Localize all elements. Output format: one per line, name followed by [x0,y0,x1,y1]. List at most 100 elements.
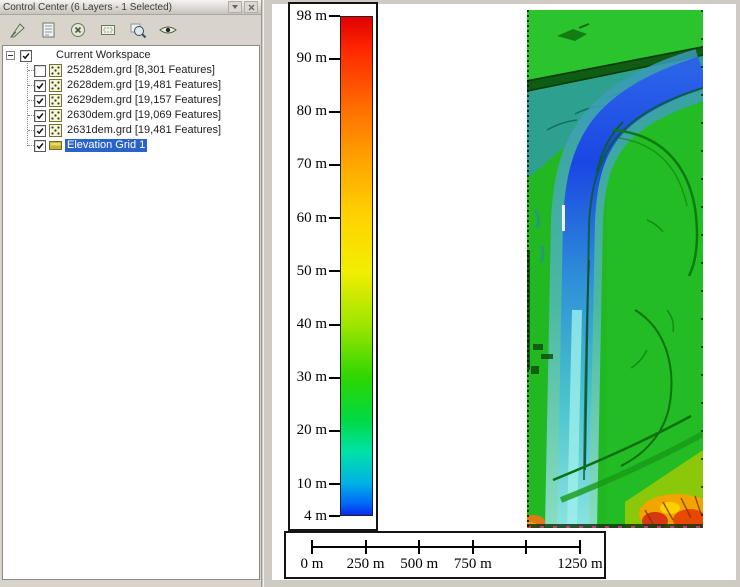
layer-metadata-button[interactable] [35,18,60,43]
layer-row-elevation-grid[interactable]: Elevation Grid 1 [3,138,259,153]
panel-menu-button[interactable] [228,1,242,13]
layer-options-icon [98,20,118,40]
panel-title-bar[interactable]: Control Center (6 Layers - 1 Selected) [0,0,261,15]
check-icon [35,110,45,122]
layer-tree: Current Workspace 2528dem.grd [8,301 Fea… [2,45,260,580]
zoom-to-layer-icon [128,20,148,40]
scale-tick: 250 m [365,540,367,554]
app-window: Control Center (6 Layers - 1 Selected) [0,0,740,587]
check-icon [21,50,31,62]
elevation-legend: 98 m 90 m 80 m 70 m 60 m 50 m 40 m 30 m … [288,2,378,531]
scale-tick: 1250 m [579,540,581,554]
layer-label[interactable]: 2528dem.grd [8,301 Features] [65,64,217,77]
close-icon [248,4,255,11]
zoom-to-layer-button[interactable] [125,18,150,43]
scale-tick [525,540,527,554]
legend-tick-row: 4 m [290,508,340,524]
scale-tick-label: 1250 m [557,556,602,573]
panel-toolbar [0,16,262,44]
layer-options-button[interactable] [95,18,120,43]
legend-tick-label: 70 m [290,156,327,173]
legend-tick-mark [329,58,340,60]
elevation-grid-icon [49,139,62,152]
workspace-checkbox[interactable] [20,50,32,62]
legend-tick-row: 40 m [290,317,340,333]
check-icon [35,95,45,107]
control-center-panel: Control Center (6 Layers - 1 Selected) [0,0,262,587]
layer-checkbox[interactable] [34,125,46,137]
scale-bar-line: 0 m 250 m 500 m 750 m 1250 m [312,546,580,548]
panel-title: Control Center (6 Layers - 1 Selected) [3,2,226,13]
legend-tick-row: 50 m [290,263,340,279]
workspace-label[interactable]: Current Workspace [54,49,153,62]
eye-icon [158,20,178,40]
legend-tick-label: 10 m [290,476,327,493]
chevron-down-icon [231,4,239,10]
legend-tick-label: 80 m [290,103,327,120]
elevation-colorbar [340,16,373,516]
layer-checkbox[interactable] [34,110,46,122]
legend-tick-row: 98 m [290,8,340,24]
layer-checkbox[interactable] [34,80,46,92]
layer-label[interactable]: 2628dem.grd [19,481 Features] [65,79,223,92]
layer-row[interactable]: 2629dem.grd [19,157 Features] [3,93,259,108]
layer-label[interactable]: 2629dem.grd [19,157 Features] [65,94,223,107]
layer-checkbox[interactable] [34,95,46,107]
check-icon [35,80,45,92]
legend-tick-label: 60 m [290,210,327,227]
layer-row[interactable]: 2631dem.grd [19,481 Features] [3,123,259,138]
grid-layer-icon [49,124,62,137]
tree-row-workspace[interactable]: Current Workspace [3,48,259,63]
scale-tick: 500 m [418,540,420,554]
grid-layer-icon [49,109,62,122]
grid-layer-icon [49,79,62,92]
scale-tick: 750 m [472,540,474,554]
grid-layer-icon [49,64,62,77]
scale-tick-label: 500 m [400,556,438,573]
legend-tick-row: 60 m [290,210,340,226]
legend-tick-mark [329,217,340,219]
grid-layer-icon [49,94,62,107]
legend-tick-label: 30 m [290,369,327,386]
open-files-button[interactable] [5,18,30,43]
legend-tick-mark [329,111,340,113]
legend-tick-label: 40 m [290,316,327,333]
check-icon [35,125,45,137]
layer-checkbox[interactable] [34,140,46,152]
legend-tick-mark [329,15,340,17]
scale-tick-label: 750 m [454,556,492,573]
layer-row[interactable]: 2528dem.grd [8,301 Features] [3,63,259,78]
collapse-expander[interactable] [6,51,15,60]
layer-checkbox[interactable] [34,65,46,77]
legend-tick-label: 90 m [290,50,327,67]
close-overlay-icon [68,20,88,40]
legend-tick-label: 98 m [290,8,327,25]
layer-label[interactable]: 2630dem.grd [19,069 Features] [65,109,223,122]
layer-row[interactable]: 2628dem.grd [19,481 Features] [3,78,259,93]
legend-tick-row: 90 m [290,51,340,67]
legend-tick-mark [329,515,340,517]
legend-tick-row: 80 m [290,104,340,120]
legend-tick-mark [329,270,340,272]
legend-tick-row: 30 m [290,370,340,386]
scale-tick-label: 0 m [301,556,324,573]
legend-tick-mark [329,324,340,326]
scale-tick-label: 250 m [347,556,385,573]
dem-map-canvas[interactable] [527,10,703,528]
legend-tick-mark [329,164,340,166]
check-icon [35,140,45,152]
close-overlay-button[interactable] [65,18,90,43]
toggle-visibility-button[interactable] [155,18,180,43]
layer-row[interactable]: 2630dem.grd [19,069 Features] [3,108,259,123]
layer-label[interactable]: Elevation Grid 1 [65,139,147,152]
legend-tick-label: 20 m [290,422,327,439]
legend-tick-row: 70 m [290,157,340,173]
close-button[interactable] [244,1,258,13]
legend-tick-row: 20 m [290,423,340,439]
scale-tick: 0 m [311,540,313,554]
panel-splitter[interactable] [263,0,272,587]
legend-tick-mark [329,377,340,379]
layer-label[interactable]: 2631dem.grd [19,481 Features] [65,124,223,137]
scale-bar: 0 m 250 m 500 m 750 m 1250 m [284,531,606,579]
layer-metadata-icon [38,20,58,40]
